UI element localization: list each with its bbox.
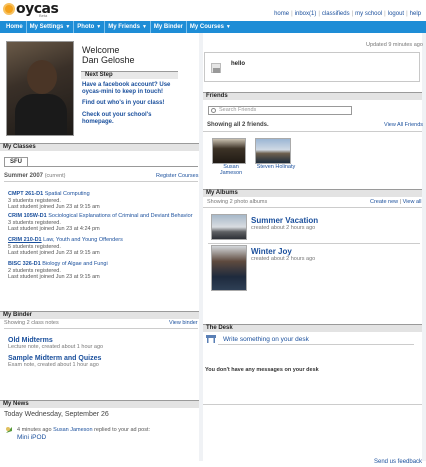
search-icon: [211, 108, 216, 113]
menu-my-friends[interactable]: My Friends ▼: [105, 21, 151, 33]
view-binder-link[interactable]: View binder: [169, 320, 198, 326]
main-menu-bar: Home My Settings ▼ Photo ▼ My Friends ▼ My …: [0, 21, 426, 33]
news-item-link[interactable]: Mini iPOD: [17, 434, 46, 441]
note-title-link[interactable]: Old Midterms: [8, 337, 103, 344]
news-user-link[interactable]: Susan Jameson: [53, 427, 92, 433]
my-albums-header: My Albums: [203, 189, 422, 197]
menu-my-courses[interactable]: My Courses ▼: [187, 21, 234, 33]
right-gutter: [422, 33, 426, 461]
profile-photo[interactable]: [6, 41, 74, 136]
my-classes-header: My Classes: [0, 143, 199, 151]
topnav-classifieds[interactable]: classifieds: [322, 11, 350, 17]
course-code-link[interactable]: BISC 326-D1: [8, 261, 41, 267]
divider: [208, 243, 420, 244]
menu-home[interactable]: Home: [3, 21, 27, 33]
dropdown-arrow-icon: ▼: [141, 24, 147, 30]
topnav-help[interactable]: help: [410, 11, 421, 17]
menu-photo[interactable]: Photo ▼: [74, 21, 106, 33]
send-feedback-link[interactable]: Send us feedback: [374, 459, 422, 465]
view-all-albums-link[interactable]: View all: [403, 199, 422, 205]
album-cover[interactable]: [211, 245, 247, 291]
reply-icon: [6, 427, 12, 433]
dropdown-arrow-icon: ▼: [96, 24, 102, 30]
note-title-link[interactable]: Sample Midterm and Quizes: [8, 355, 101, 362]
note-item: Old Midterms Lecture note, created about…: [8, 337, 104, 350]
topnav-inbox[interactable]: inbox(1): [295, 11, 317, 17]
friends-header: Friends: [203, 92, 422, 100]
binder-count: Showing 2 class notes: [4, 320, 59, 326]
my-binder-header: My Binder: [0, 311, 199, 319]
create-album-link[interactable]: Create new: [370, 199, 398, 205]
tab-divider: [4, 166, 198, 167]
top-navigation: home | inbox(1) | classifieds | my school | …: [274, 11, 421, 17]
view-all-friends-link[interactable]: View All Friends: [384, 122, 423, 128]
status-icon: [211, 63, 221, 73]
albums-count: Showing 2 photo albums: [207, 199, 268, 205]
menu-my-binder[interactable]: My Binder: [151, 21, 187, 33]
album-item: Summer Vacation created about 2 hours ag…: [251, 216, 319, 231]
register-courses-link[interactable]: Register Courses: [156, 173, 199, 179]
status-box[interactable]: hello: [204, 52, 420, 82]
write-on-desk-link[interactable]: Write something on your desk: [223, 336, 309, 343]
desk-icon: [206, 335, 216, 343]
oycas-logo[interactable]: oycas Beta: [3, 1, 63, 19]
dropdown-arrow-icon: ▼: [225, 24, 231, 30]
note-item: Sample Midterm and Quizes Exam note, cre…: [8, 355, 102, 368]
divider: [4, 181, 198, 182]
divider: [203, 404, 422, 405]
friend-card[interactable]: Susan Jameson: [212, 138, 250, 176]
topnav-home[interactable]: home: [274, 11, 289, 17]
course-item: CRIM 210-D1 Law, Youth and Young Offende…: [8, 237, 123, 256]
find-classmates-link[interactable]: Find out who's in your class!: [82, 100, 182, 107]
course-item: CRIM 105W-D1 Sociological Explanations o…: [8, 213, 193, 232]
album-title-link[interactable]: Summer Vacation: [251, 216, 318, 225]
album-item: Winter Joy created about 2 hours ago: [251, 247, 316, 262]
news-item: 4 minutes ago Susan Jameson replied to y…: [17, 427, 151, 433]
album-title-link[interactable]: Winter Joy: [251, 247, 315, 256]
friend-name[interactable]: Steven Holinaty: [255, 164, 297, 170]
dropdown-arrow-icon: ▼: [65, 24, 71, 30]
profile-name: Dan Geloshe: [82, 55, 135, 65]
my-news-header: My News: [0, 400, 199, 408]
status-updated-time: Updated 9 minutes ago: [366, 42, 423, 48]
status-text: hello: [231, 61, 246, 67]
divider: [203, 131, 422, 132]
logo-circle-icon: [3, 3, 15, 15]
the-desk-header: The Desk: [203, 324, 422, 332]
album-cover[interactable]: [211, 214, 247, 240]
next-step-header: Next Step: [81, 71, 178, 79]
search-friends-input[interactable]: Search Friends: [208, 106, 352, 115]
topnav-my-school[interactable]: my school: [355, 11, 382, 17]
friend-card[interactable]: Steven Holinaty: [255, 138, 297, 170]
divider: [203, 207, 422, 208]
topnav-logout[interactable]: logout: [388, 11, 404, 17]
course-item: CMPT 261-D1 Spatial Computing 3 students…: [8, 191, 100, 210]
friends-count: Showing all 2 friends.: [207, 122, 269, 128]
facebook-link[interactable]: Have a facebook account? Use oycas-mini …: [82, 82, 182, 96]
menu-my-settings[interactable]: My Settings ▼: [27, 21, 75, 33]
desk-empty-message: You don't have any messages on your desk: [205, 367, 319, 373]
course-code-link[interactable]: CMPT 261-D1: [8, 191, 43, 197]
course-code-link[interactable]: CRIM 105W-D1: [8, 213, 47, 219]
friend-photo[interactable]: [255, 138, 291, 164]
album-actions: Create new | View all: [370, 199, 422, 205]
school-homepage-link[interactable]: Check out your school's homepage.: [82, 112, 182, 126]
divider: [218, 344, 414, 345]
divider: [4, 328, 198, 329]
friend-name[interactable]: Susan Jameson: [212, 164, 250, 176]
welcome-text: Welcome Dan Geloshe: [82, 45, 135, 65]
course-code-link[interactable]: CRIM 210-D1: [8, 237, 42, 243]
friend-photo[interactable]: [212, 138, 246, 164]
logo-text: oycas: [16, 1, 59, 17]
beta-label: Beta: [39, 13, 48, 18]
term-label: Summer 2007 (current): [4, 173, 66, 179]
course-item: BISC 326-D1 Biology of Algae and Fungi 2…: [8, 261, 108, 280]
news-day: Today Wednesday, September 26: [4, 411, 109, 418]
